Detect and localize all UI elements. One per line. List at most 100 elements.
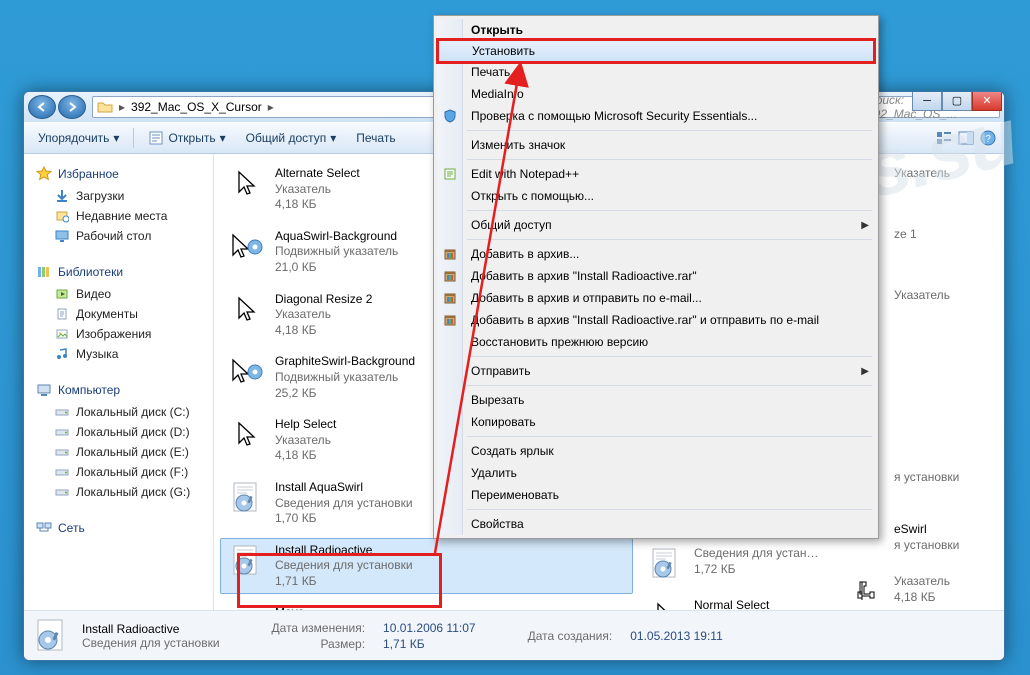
context-menu-item[interactable]: Отправить▶ bbox=[437, 360, 875, 382]
breadcrumb-sep: ▸ bbox=[268, 100, 274, 114]
context-menu-item[interactable]: Добавить в архив "Install Radioactive.ra… bbox=[437, 265, 875, 287]
sidebar-network-header[interactable]: Сеть bbox=[32, 516, 213, 540]
context-menu-separator bbox=[467, 509, 872, 510]
sidebar-item[interactable]: Локальный диск (D:) bbox=[32, 422, 213, 442]
file-name: Help Select bbox=[275, 417, 336, 433]
cursor-ani-icon bbox=[229, 354, 265, 390]
rar-icon bbox=[442, 268, 458, 284]
file-type: Сведения для установки bbox=[275, 496, 413, 512]
submenu-arrow-icon: ▶ bbox=[861, 366, 869, 377]
view-mode-button[interactable] bbox=[934, 128, 954, 148]
file-item[interactable]: Normal Select bbox=[639, 593, 833, 610]
sidebar-item[interactable]: Документы bbox=[32, 304, 213, 324]
file-item[interactable]: Move bbox=[220, 600, 633, 610]
chevron-down-icon: ▾ bbox=[330, 131, 336, 145]
file-type: Сведения для установки bbox=[275, 558, 413, 574]
sidebar-item[interactable]: Видео bbox=[32, 284, 213, 304]
download-icon bbox=[54, 188, 70, 204]
context-menu: ОткрытьУстановитьПечатьMediaInfoПроверка… bbox=[433, 15, 879, 539]
context-menu-item[interactable]: Общий доступ▶ bbox=[437, 214, 875, 236]
context-menu-item[interactable]: Копировать bbox=[437, 411, 875, 433]
sidebar-item[interactable]: Локальный диск (G:) bbox=[32, 482, 213, 502]
context-menu-item[interactable]: Установить bbox=[437, 40, 875, 62]
file-type: Сведения для установки bbox=[694, 546, 824, 562]
computer-icon bbox=[36, 382, 52, 398]
file-item[interactable]: Указатель4,18 КБ bbox=[839, 569, 998, 610]
sidebar-libraries-header[interactable]: Библиотеки bbox=[32, 260, 213, 284]
file-name: Alternate Select bbox=[275, 166, 360, 182]
organize-menu[interactable]: Упорядочить▾ bbox=[30, 127, 127, 149]
drive-icon bbox=[54, 404, 70, 420]
context-menu-item[interactable]: MediaInfo bbox=[437, 83, 875, 105]
file-type: Подвижный указатель bbox=[275, 244, 398, 260]
video-icon bbox=[54, 286, 70, 302]
file-type: Указатель bbox=[275, 182, 360, 198]
sidebar-favorites-header[interactable]: Избранное bbox=[32, 162, 213, 186]
preview-pane-button[interactable] bbox=[956, 128, 976, 148]
context-menu-item[interactable]: Edit with Notepad++ bbox=[437, 163, 875, 185]
print-button[interactable]: Печать bbox=[348, 127, 403, 149]
sidebar-item[interactable]: Локальный диск (E:) bbox=[32, 442, 213, 462]
minimize-button[interactable]: ─ bbox=[912, 91, 942, 111]
sidebar: Избранное ЗагрузкиНедавние местаРабочий … bbox=[24, 154, 214, 610]
context-menu-separator bbox=[467, 210, 872, 211]
open-button[interactable]: Открыть▾ bbox=[140, 126, 233, 150]
context-menu-item[interactable]: Свойства bbox=[437, 513, 875, 535]
status-filename: Install Radioactive bbox=[82, 622, 220, 636]
help-button[interactable]: ? bbox=[978, 128, 998, 148]
context-menu-item[interactable]: Добавить в архив "Install Radioactive.ra… bbox=[437, 309, 875, 331]
file-name: AquaSwirl-Background bbox=[275, 229, 398, 245]
context-menu-item[interactable]: Вырезать bbox=[437, 389, 875, 411]
forward-button[interactable] bbox=[58, 95, 86, 119]
context-menu-item[interactable]: Переименовать bbox=[437, 484, 875, 506]
context-menu-item[interactable]: Удалить bbox=[437, 462, 875, 484]
context-menu-item[interactable]: Открыть bbox=[437, 19, 875, 41]
inf-icon bbox=[648, 546, 684, 582]
file-type: Указатель bbox=[275, 307, 372, 323]
context-menu-separator bbox=[467, 239, 872, 240]
file-item[interactable]: Install Radioactive Сведения для установ… bbox=[220, 538, 633, 595]
sidebar-item[interactable]: Рабочий стол bbox=[32, 226, 213, 246]
context-menu-item[interactable]: Открыть с помощью... bbox=[437, 185, 875, 207]
sidebar-item[interactable]: Изображения bbox=[32, 324, 213, 344]
file-type: Указатель bbox=[275, 433, 336, 449]
maximize-button[interactable]: ▢ bbox=[942, 91, 972, 111]
folder-icon bbox=[97, 99, 113, 115]
context-menu-item[interactable]: Проверка с помощью Microsoft Security Es… bbox=[437, 105, 875, 127]
sidebar-item[interactable]: Загрузки bbox=[32, 186, 213, 206]
context-menu-item[interactable]: Добавить в архив... bbox=[437, 243, 875, 265]
desktop-icon bbox=[54, 228, 70, 244]
back-button[interactable] bbox=[28, 95, 56, 119]
details-pane: Install Radioactive Сведения для установ… bbox=[24, 610, 1004, 660]
context-menu-item[interactable]: Добавить в архив и отправить по e-mail..… bbox=[437, 287, 875, 309]
svg-text:?: ? bbox=[985, 134, 991, 145]
context-menu-item[interactable]: Создать ярлык bbox=[437, 440, 875, 462]
file-item[interactable]: Сведения для установки 1,72 КБ bbox=[639, 541, 833, 587]
inf-icon bbox=[229, 480, 265, 516]
network-icon bbox=[36, 520, 52, 536]
sidebar-item[interactable]: Локальный диск (C:) bbox=[32, 402, 213, 422]
context-menu-item[interactable]: Печать bbox=[437, 61, 875, 83]
sidebar-item[interactable]: Локальный диск (F:) bbox=[32, 462, 213, 482]
file-name: Diagonal Resize 2 bbox=[275, 292, 372, 308]
sidebar-item[interactable]: Музыка bbox=[32, 344, 213, 364]
file-size: 4,18 КБ bbox=[275, 197, 360, 213]
context-menu-item[interactable]: Восстановить прежнюю версию bbox=[437, 331, 875, 353]
close-button[interactable]: ✕ bbox=[972, 91, 1002, 111]
file-size: 1,72 КБ bbox=[694, 562, 824, 578]
share-menu[interactable]: Общий доступ▾ bbox=[238, 127, 345, 149]
cursor-link-icon bbox=[848, 574, 884, 610]
cursor-icon bbox=[229, 166, 265, 202]
recent-icon bbox=[54, 208, 70, 224]
context-menu-separator bbox=[467, 159, 872, 160]
path-label: 392_Mac_OS_X_Cursor bbox=[131, 100, 262, 114]
notepad-icon bbox=[442, 166, 458, 182]
star-icon bbox=[36, 166, 52, 182]
inf-file-icon bbox=[34, 618, 70, 654]
cursor-icon bbox=[229, 292, 265, 328]
context-menu-item[interactable]: Изменить значок bbox=[437, 134, 875, 156]
sidebar-item[interactable]: Недавние места bbox=[32, 206, 213, 226]
cursor-icon bbox=[229, 417, 265, 453]
file-name: GraphiteSwirl-Background bbox=[275, 354, 415, 370]
sidebar-computer-header[interactable]: Компьютер bbox=[32, 378, 213, 402]
